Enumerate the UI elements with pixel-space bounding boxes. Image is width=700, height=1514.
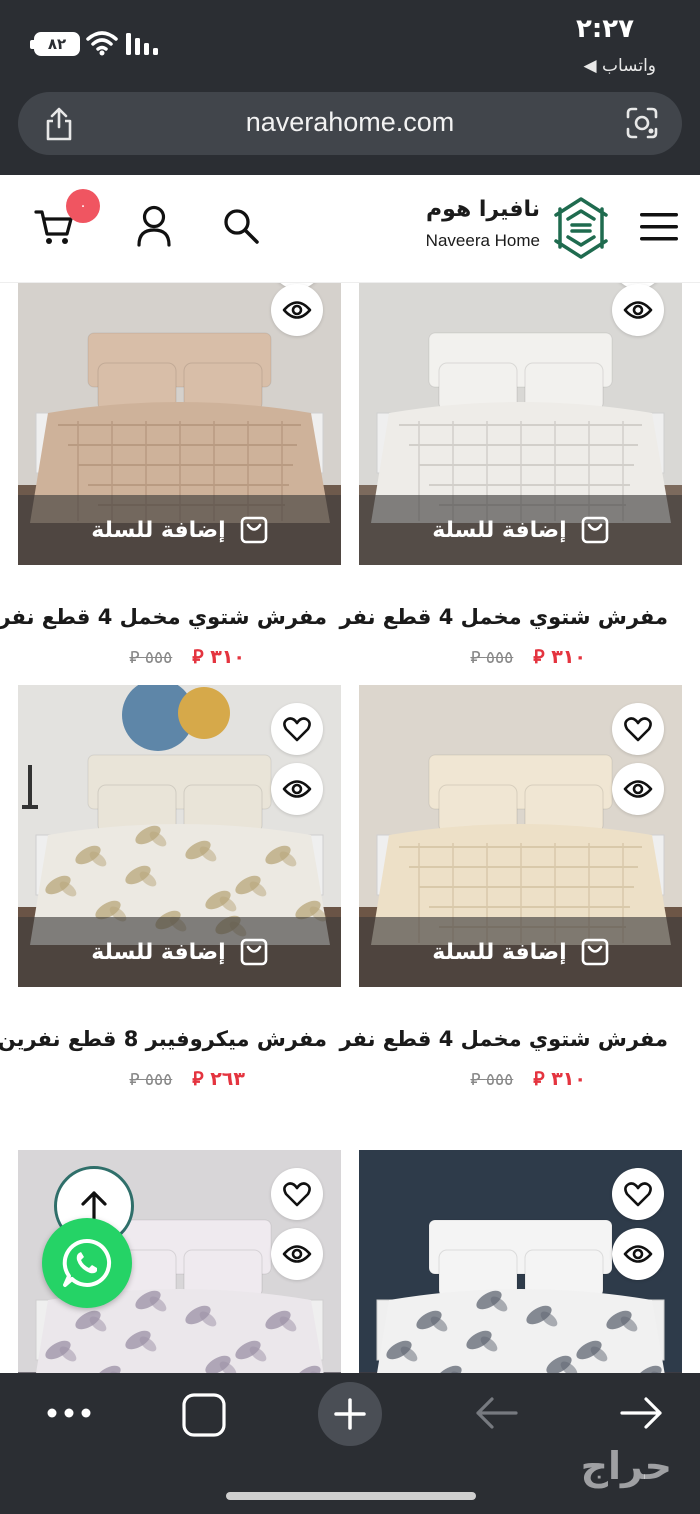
product-card[interactable]: [359, 1150, 682, 1373]
site-logo[interactable]: نافيرا هوم Naveera Home: [412, 195, 612, 261]
bag-icon: [581, 516, 609, 544]
product-old-price: ٥٥٥ ⃁: [129, 648, 173, 668]
heart-icon: [283, 1182, 311, 1207]
forward-arrow-icon[interactable]: [620, 1395, 664, 1431]
product-card[interactable]: إضافة للسلة مفرش شتوي مخمل 4 قطع نفر ٣١٠…: [339, 685, 682, 1097]
status-time: ٢:٢٧: [575, 14, 634, 44]
product-price: ٣١٠ ⃁: [192, 646, 245, 668]
tabs-icon[interactable]: [182, 1393, 226, 1437]
add-to-cart-label: إضافة للسلة: [91, 939, 226, 965]
bag-icon: [240, 516, 268, 544]
product-card[interactable]: إضافة للسلة مفرش شتوي مخمل 4 قطع نفر ٣١٠…: [0, 283, 341, 675]
logo-mark-icon: [554, 197, 608, 259]
product-card[interactable]: إضافة للسلة مفرش شتوي مخمل 4 قطع نفر ٣١٠…: [339, 283, 682, 675]
eye-icon: [282, 301, 312, 319]
lens-icon[interactable]: [624, 106, 660, 140]
eye-icon: [282, 1245, 312, 1263]
eye-icon: [623, 1245, 653, 1263]
product-image[interactable]: إضافة للسلة: [359, 685, 682, 987]
product-card[interactable]: إضافة للسلة مفرش ميكروفيبر 8 قطع نفرين ٢…: [0, 685, 341, 1097]
product-title[interactable]: مفرش شتوي مخمل 4 قطع نفر: [0, 605, 327, 629]
product-old-price: ٥٥٥ ⃁: [129, 1070, 173, 1090]
plus-icon: [334, 1398, 366, 1430]
bag-icon: [240, 938, 268, 966]
heart-icon: [624, 1182, 652, 1207]
back-to-app-link[interactable]: ◀ واتساب: [584, 56, 657, 76]
whatsapp-icon: [62, 1238, 112, 1287]
menu-icon[interactable]: [640, 211, 678, 243]
eye-icon: [282, 780, 312, 798]
quick-view-button[interactable]: [612, 1228, 664, 1280]
product-image[interactable]: إضافة للسلة: [18, 685, 341, 987]
add-to-cart-button[interactable]: إضافة للسلة: [359, 917, 682, 987]
address-bar[interactable]: naverahome.com: [18, 92, 682, 155]
product-image[interactable]: إضافة للسلة: [18, 283, 341, 565]
eye-icon: [623, 301, 653, 319]
product-title[interactable]: مفرش شتوي مخمل 4 قطع نفر: [339, 605, 668, 629]
signal-icon: [126, 33, 158, 55]
quick-view-button[interactable]: [612, 763, 664, 815]
product-price: ٣١٠ ⃁: [533, 646, 586, 668]
whatsapp-button[interactable]: [42, 1218, 132, 1308]
heart-icon: [624, 717, 652, 742]
search-icon[interactable]: [222, 207, 260, 245]
more-icon[interactable]: [46, 1407, 92, 1419]
product-price: ٢٦٣ ⃁: [192, 1068, 245, 1090]
user-icon[interactable]: [136, 205, 172, 247]
add-to-cart-button[interactable]: إضافة للسلة: [18, 917, 341, 987]
new-tab-button[interactable]: [318, 1382, 382, 1446]
cart-count-badge: ٠: [66, 189, 100, 223]
watermark-text: حراج: [580, 1444, 672, 1488]
url-text[interactable]: naverahome.com: [18, 107, 682, 138]
add-to-cart-button[interactable]: إضافة للسلة: [18, 495, 341, 565]
product-price: ٣١٠ ⃁: [533, 1068, 586, 1090]
back-arrow-icon[interactable]: [474, 1395, 518, 1431]
quick-view-button[interactable]: [612, 284, 664, 336]
wishlist-button[interactable]: [612, 1168, 664, 1220]
product-old-price: ٥٥٥ ⃁: [470, 1070, 514, 1090]
quick-view-button[interactable]: [271, 763, 323, 815]
eye-icon: [623, 780, 653, 798]
add-to-cart-label: إضافة للسلة: [432, 939, 567, 965]
browser-chrome: ٢:٢٧ ◀ واتساب ٨٢ naverahome.com: [0, 0, 700, 175]
product-title[interactable]: مفرش شتوي مخمل 4 قطع نفر: [339, 1027, 668, 1051]
add-to-cart-label: إضافة للسلة: [432, 517, 567, 543]
add-to-cart-button[interactable]: إضافة للسلة: [359, 495, 682, 565]
product-old-price: ٥٥٥ ⃁: [470, 648, 514, 668]
bag-icon: [581, 938, 609, 966]
logo-arabic-text: نافيرا هوم: [426, 197, 540, 222]
product-title[interactable]: مفرش ميكروفيبر 8 قطع نفرين: [0, 1027, 327, 1051]
wishlist-button[interactable]: [612, 703, 664, 755]
quick-view-button[interactable]: [271, 284, 323, 336]
add-to-cart-label: إضافة للسلة: [91, 517, 226, 543]
site-header: نافيرا هوم Naveera Home ٠: [0, 175, 700, 283]
wishlist-button[interactable]: [271, 703, 323, 755]
battery-icon: ٨٢: [30, 32, 80, 56]
logo-english-text: Naveera Home: [425, 231, 540, 250]
home-indicator[interactable]: [226, 1492, 476, 1500]
heart-icon: [283, 717, 311, 742]
product-image[interactable]: إضافة للسلة: [359, 283, 682, 565]
wishlist-button[interactable]: [271, 1168, 323, 1220]
wifi-icon: [86, 31, 118, 56]
product-image[interactable]: [359, 1150, 682, 1373]
quick-view-button[interactable]: [271, 1228, 323, 1280]
